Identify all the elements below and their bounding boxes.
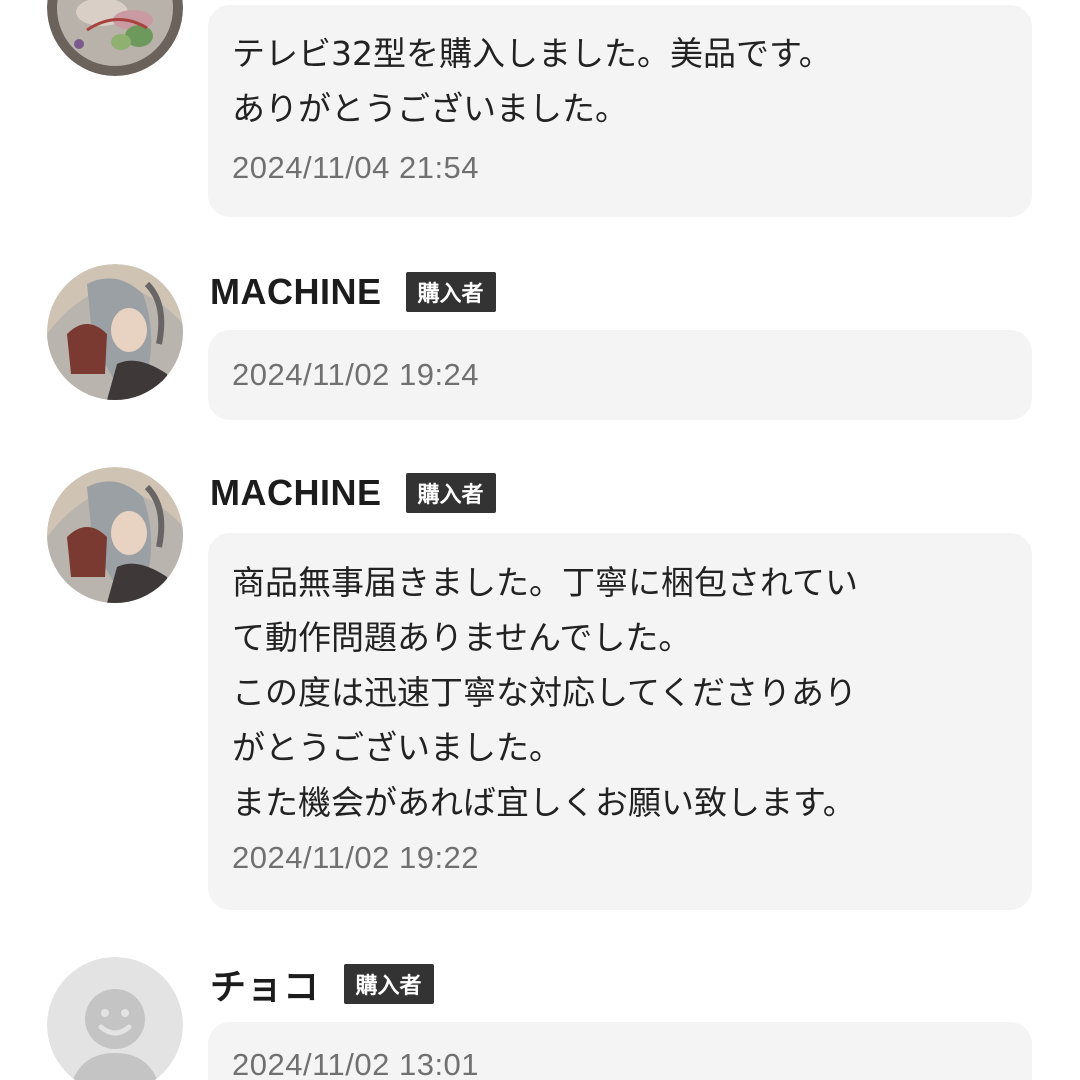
comment-bubble: 商品無事届きました。丁寧に梱包されてい て動作問題ありませんでした。 この度は迅…: [208, 533, 1032, 910]
anime-character-avatar-icon: [47, 467, 183, 603]
default-user-avatar-icon: [47, 957, 183, 1080]
review-header: MACHINE 購入者: [210, 269, 496, 315]
comment-bubble: テレビ32型を購入しました。美品です。 ありがとうございました。 2024/11…: [208, 5, 1032, 217]
user-avatar[interactable]: [47, 957, 183, 1080]
comment-text: テレビ32型を購入しました。美品です。 ありがとうございました。: [232, 34, 832, 128]
comment-timestamp: 2024/11/02 19:22: [232, 840, 480, 875]
anime-character-avatar-icon: [47, 264, 183, 400]
review-list: テレビ32型を購入しました。美品です。 ありがとうございました。 2024/11…: [0, 0, 1080, 1080]
review-header: MACHINE 購入者: [210, 470, 496, 516]
username[interactable]: MACHINE: [210, 472, 382, 514]
buyer-badge: 購入者: [405, 473, 496, 513]
buyer-badge: 購入者: [343, 964, 434, 1004]
comment-timestamp: 2024/11/02 19:24: [232, 357, 480, 392]
user-avatar[interactable]: [47, 0, 183, 76]
comment-bubble: 2024/11/02 13:01: [208, 1022, 1032, 1080]
comment-bubble: 2024/11/02 19:24: [208, 330, 1032, 420]
comment-timestamp: 2024/11/02 13:01: [232, 1047, 480, 1080]
food-photo-avatar-icon: [47, 0, 183, 76]
user-avatar[interactable]: [47, 467, 183, 603]
comment-timestamp: 2024/11/04 21:54: [232, 150, 480, 185]
username[interactable]: MACHINE: [210, 271, 382, 313]
review-header: チョコ 購入者: [210, 961, 434, 1007]
comment-text: 商品無事届きました。丁寧に梱包されてい て動作問題ありませんでした。 この度は迅…: [232, 563, 859, 822]
username[interactable]: チョコ: [210, 958, 320, 1010]
user-avatar[interactable]: [47, 264, 183, 400]
buyer-badge: 購入者: [405, 272, 496, 312]
